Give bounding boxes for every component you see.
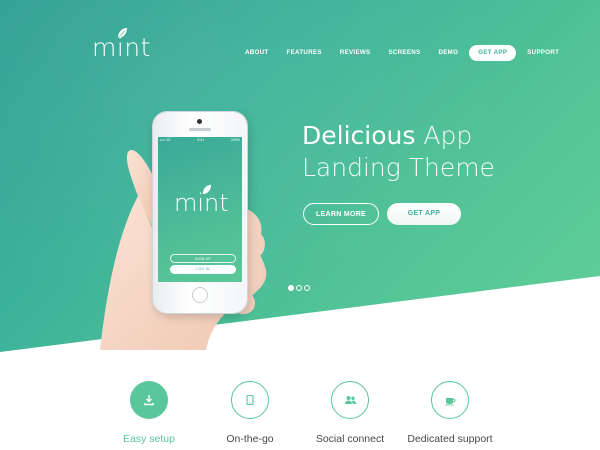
learn-more-button[interactable]: LEARN MORE — [303, 203, 379, 225]
screen-app-name: mint — [174, 189, 229, 217]
tablet-icon — [246, 394, 254, 406]
brand-logo[interactable]: mint — [92, 28, 151, 65]
coffee-cup-icon — [445, 398, 456, 406]
hero-headline: Delicious App Landing Theme — [302, 120, 495, 184]
people-icon — [344, 396, 356, 404]
phone-screen: •••• 3G 9:41 100% mint SIGN UP LOG IN — [158, 137, 242, 282]
nav-get-app[interactable]: GET APP — [469, 45, 517, 61]
screen-signup-button[interactable]: SIGN UP — [170, 254, 236, 263]
slide-dot-3[interactable] — [304, 285, 310, 291]
feature-dedicated-support[interactable]: Dedicated support — [390, 381, 510, 446]
landing-page: mint ABOUT FEATURES REVIEWS SCREENS DEMO… — [0, 0, 600, 450]
headline-line2: Landing Theme — [302, 153, 495, 182]
slide-dot-1[interactable] — [288, 285, 294, 291]
download-icon — [144, 395, 154, 406]
screen-login-button[interactable]: LOG IN — [170, 265, 236, 274]
main-nav: ABOUT FEATURES REVIEWS SCREENS DEMO GET … — [236, 45, 568, 61]
phone-home-button — [192, 287, 208, 303]
feature-icon-circle — [231, 381, 269, 419]
feature-label: Dedicated support — [407, 433, 493, 445]
phone-battery: 100% — [231, 138, 240, 142]
phone-mockup: •••• 3G 9:41 100% mint SIGN UP LOG IN — [153, 112, 247, 313]
nav-reviews[interactable]: REVIEWS — [331, 45, 380, 61]
feature-icon-circle — [331, 381, 369, 419]
slide-dot-2[interactable] — [296, 285, 302, 291]
headline-light: App — [423, 121, 473, 150]
leaf-icon — [118, 28, 127, 38]
nav-support[interactable]: SUPPORT — [518, 45, 568, 61]
slider-pagination — [288, 285, 310, 291]
phone-status-bar: •••• 3G 9:41 100% — [158, 137, 242, 143]
nav-screens[interactable]: SCREENS — [379, 45, 429, 61]
get-app-button[interactable]: GET APP — [387, 203, 461, 225]
headline-strong: Delicious — [302, 121, 416, 150]
nav-about[interactable]: ABOUT — [236, 45, 278, 61]
feature-icon-circle — [130, 381, 168, 419]
phone-time: 9:41 — [197, 138, 205, 142]
phone-speaker — [189, 128, 211, 131]
nav-demo[interactable]: DEMO — [429, 45, 467, 61]
phone-carrier: •••• 3G — [160, 138, 171, 142]
phone-camera — [197, 119, 202, 124]
feature-icon-circle — [431, 381, 469, 419]
nav-features[interactable]: FEATURES — [278, 45, 331, 61]
